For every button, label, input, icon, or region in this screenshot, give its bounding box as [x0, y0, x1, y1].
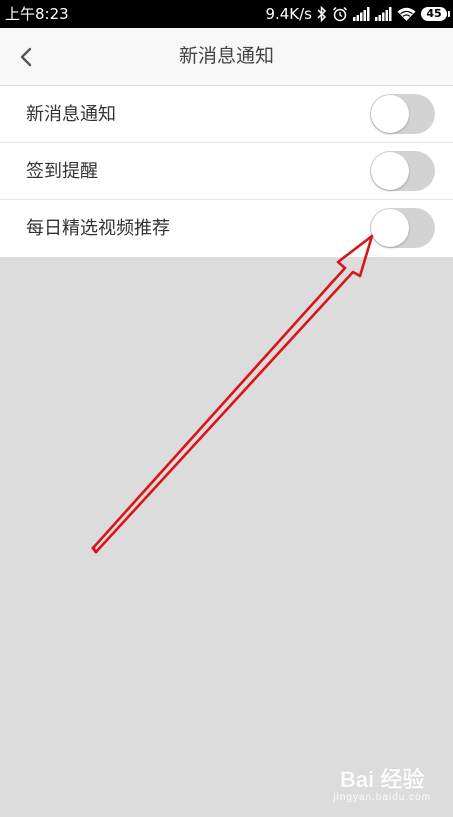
settings-list: 新消息通知 签到提醒 每日精选视频推荐	[0, 86, 453, 257]
toggle-knob	[371, 95, 409, 133]
chevron-left-icon	[20, 47, 32, 67]
watermark-logo: Bai 经验 jingyan.baidu.com	[333, 762, 431, 803]
setting-row-new-message-notification: 新消息通知	[0, 86, 453, 143]
toggle-knob	[371, 209, 409, 247]
signal-icon	[353, 7, 370, 21]
watermark-url: jingyan.baidu.com	[333, 792, 431, 803]
new-message-notification-toggle[interactable]	[370, 94, 435, 134]
bluetooth-icon	[317, 6, 327, 22]
network-speed: 9.4K/s	[265, 5, 312, 23]
battery-icon: 45	[421, 7, 450, 21]
setting-label: 签到提醒	[26, 161, 98, 182]
status-bar: 上午8:23 9.4K/s 45	[0, 0, 453, 28]
setting-row-daily-video-recommendation: 每日精选视频推荐	[0, 200, 453, 257]
back-button[interactable]	[8, 37, 44, 77]
setting-label: 新消息通知	[26, 104, 116, 125]
page-title: 新消息通知	[178, 45, 274, 67]
status-time: 上午8:23	[5, 5, 69, 23]
wifi-icon	[397, 7, 416, 21]
check-in-reminder-toggle[interactable]	[370, 151, 435, 191]
alarm-icon	[332, 6, 348, 22]
setting-label: 每日精选视频推荐	[26, 218, 170, 239]
toggle-knob	[371, 152, 409, 190]
signal-icon	[375, 7, 392, 21]
daily-video-recommendation-toggle[interactable]	[370, 208, 435, 248]
header-bar: 新消息通知	[0, 28, 453, 86]
status-icons: 9.4K/s 45	[265, 4, 450, 24]
watermark-brand: Bai 经验	[340, 767, 425, 792]
setting-row-check-in-reminder: 签到提醒	[0, 143, 453, 200]
